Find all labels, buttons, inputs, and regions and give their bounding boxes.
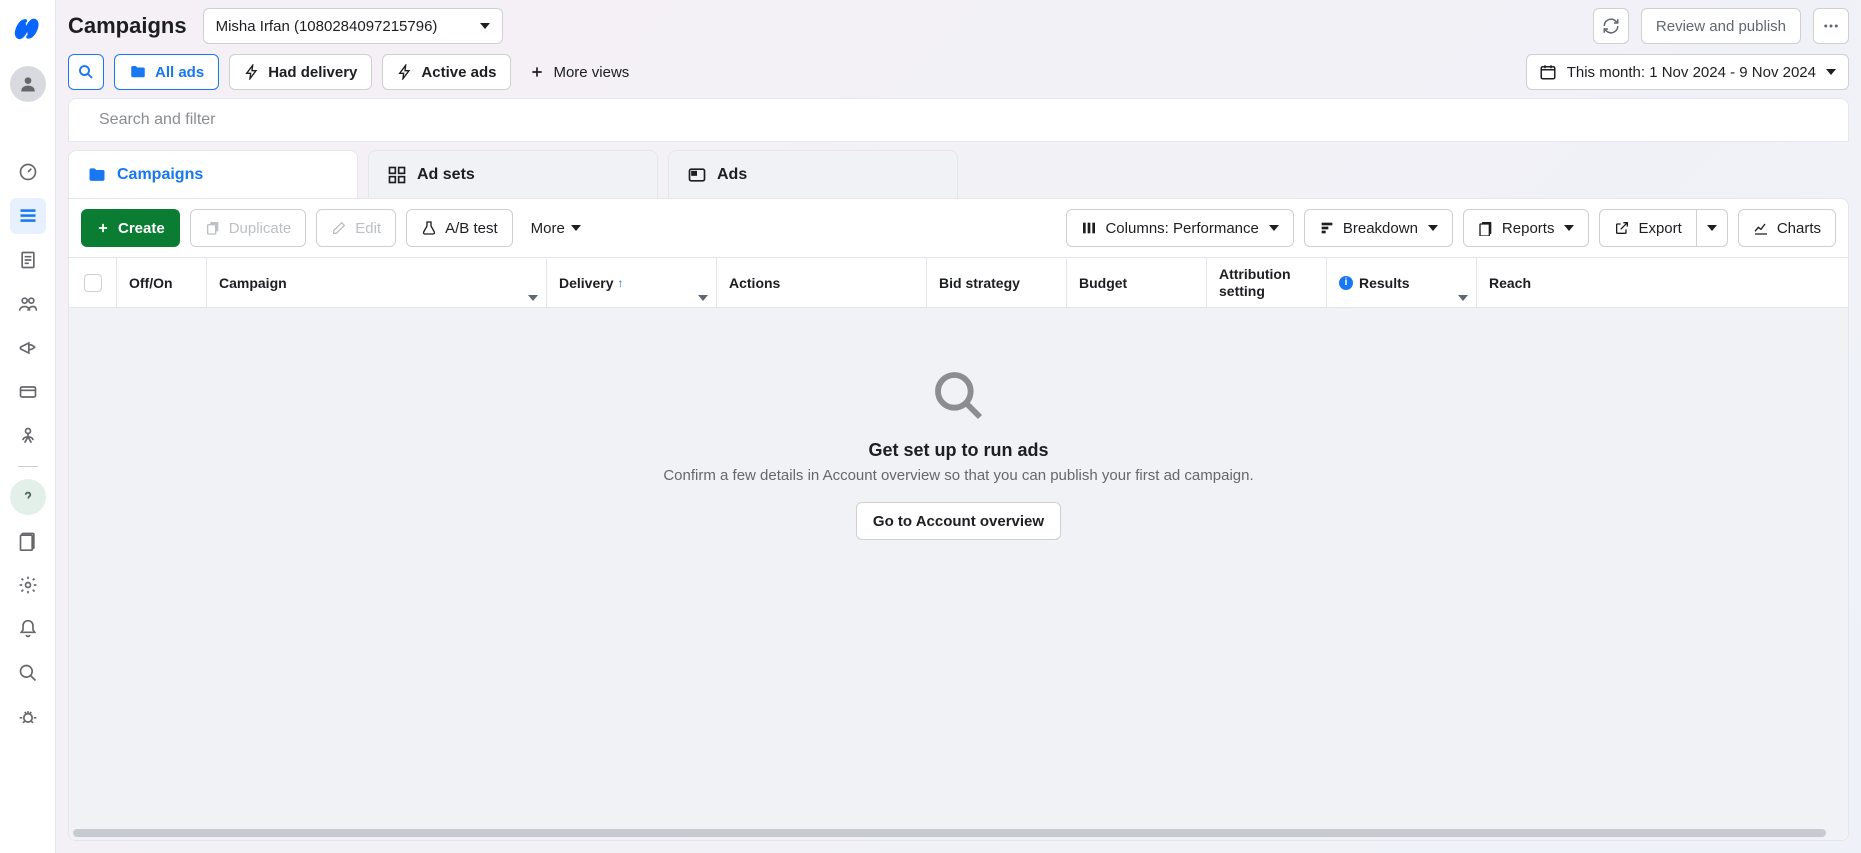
notifications-icon[interactable] <box>10 611 46 647</box>
sort-icon <box>1458 295 1468 301</box>
more-actions-button[interactable]: More <box>523 220 589 237</box>
column-bid[interactable]: Bid strategy <box>927 258 1067 307</box>
chevron-down-icon <box>1428 225 1438 231</box>
columns-button[interactable]: Columns: Performance <box>1066 209 1293 247</box>
left-nav-rail <box>0 0 56 853</box>
library-icon[interactable] <box>10 523 46 559</box>
campaigns-nav-icon[interactable] <box>10 198 46 234</box>
sort-icon <box>698 295 708 301</box>
column-budget[interactable]: Budget <box>1067 258 1207 307</box>
column-actions[interactable]: Actions <box>717 258 927 307</box>
account-name: Misha Irfan (1080284097215796) <box>216 18 438 35</box>
bug-icon[interactable] <box>10 699 46 735</box>
filter-row: All ads Had delivery Active ads More vie… <box>56 52 1861 98</box>
tab-campaigns[interactable]: Campaigns <box>68 150 358 198</box>
create-button[interactable]: Create <box>81 209 180 247</box>
info-icon: i <box>1339 276 1353 290</box>
go-to-account-overview-button[interactable]: Go to Account overview <box>856 502 1061 540</box>
events-icon[interactable] <box>10 418 46 454</box>
scrollbar-thumb[interactable] <box>73 829 1826 837</box>
column-campaign[interactable]: Campaign <box>207 258 547 307</box>
review-publish-button[interactable]: Review and publish <box>1641 8 1801 44</box>
all-ads-filter[interactable]: All ads <box>114 54 219 90</box>
audiences-icon[interactable] <box>10 286 46 322</box>
edit-button[interactable]: Edit <box>316 209 396 247</box>
date-range-picker[interactable]: This month: 1 Nov 2024 - 9 Nov 2024 <box>1526 54 1849 90</box>
chevron-down-icon <box>1564 225 1574 231</box>
more-menu-button[interactable] <box>1813 8 1849 44</box>
had-delivery-filter[interactable]: Had delivery <box>229 54 372 90</box>
column-delivery[interactable]: Delivery ↑ <box>547 258 717 307</box>
avatar-icon[interactable] <box>10 66 46 102</box>
tab-adsets[interactable]: Ad sets <box>368 150 658 198</box>
column-attribution[interactable]: Attribution setting <box>1207 258 1327 307</box>
toolbar: Create Duplicate Edit A/B test More <box>69 199 1848 258</box>
reports-button[interactable]: Reports <box>1463 209 1590 247</box>
settings-icon[interactable] <box>10 567 46 603</box>
meta-logo[interactable] <box>10 10 46 46</box>
header: Campaigns Misha Irfan (1080284097215796)… <box>56 0 1861 52</box>
export-dropdown-button[interactable] <box>1696 209 1728 247</box>
duplicate-button[interactable]: Duplicate <box>190 209 307 247</box>
breakdown-button[interactable]: Breakdown <box>1304 209 1453 247</box>
select-all-checkbox[interactable] <box>84 274 102 292</box>
chevron-down-icon <box>480 23 490 29</box>
column-onoff[interactable]: Off/On <box>117 258 207 307</box>
search-toggle-button[interactable] <box>68 54 104 90</box>
empty-title: Get set up to run ads <box>868 440 1048 461</box>
column-results[interactable]: i Results <box>1327 258 1477 307</box>
content-panel: Create Duplicate Edit A/B test More <box>68 198 1849 841</box>
charts-button[interactable]: Charts <box>1738 209 1836 247</box>
chevron-down-icon <box>571 225 581 231</box>
page-title: Campaigns <box>68 13 187 39</box>
ads-reporting-icon[interactable] <box>10 242 46 278</box>
chevron-down-icon <box>1269 225 1279 231</box>
column-reach[interactable]: Reach <box>1477 258 1848 307</box>
entity-tabs: Campaigns Ad sets Ads <box>56 142 1861 198</box>
sort-asc-icon: ↑ <box>617 276 623 290</box>
empty-state: Get set up to run ads Confirm a few deta… <box>69 308 1848 826</box>
chevron-down-icon <box>1707 225 1717 231</box>
chevron-down-icon <box>1826 69 1836 75</box>
gauge-icon[interactable] <box>10 154 46 190</box>
search-filter-input[interactable]: Search and filter <box>68 98 1849 142</box>
empty-subtitle: Confirm a few details in Account overvie… <box>663 467 1253 484</box>
tab-ads[interactable]: Ads <box>668 150 958 198</box>
sort-icon <box>528 295 538 301</box>
more-views-button[interactable]: More views <box>521 64 637 81</box>
abtest-button[interactable]: A/B test <box>406 209 513 247</box>
account-selector[interactable]: Misha Irfan (1080284097215796) <box>203 8 503 44</box>
rail-divider <box>18 466 38 467</box>
select-all-column[interactable] <box>69 258 117 307</box>
search-icon <box>931 368 987 424</box>
refresh-button[interactable] <box>1593 8 1629 44</box>
horizontal-scrollbar[interactable] <box>69 826 1848 840</box>
active-ads-filter[interactable]: Active ads <box>382 54 511 90</box>
help-icon[interactable] <box>10 479 46 515</box>
global-search-icon[interactable] <box>10 655 46 691</box>
megaphone-icon[interactable] <box>10 330 46 366</box>
table-header: Off/On Campaign Delivery ↑ Actions Bid s… <box>69 258 1848 308</box>
export-button[interactable]: Export <box>1599 209 1695 247</box>
billing-icon[interactable] <box>10 374 46 410</box>
